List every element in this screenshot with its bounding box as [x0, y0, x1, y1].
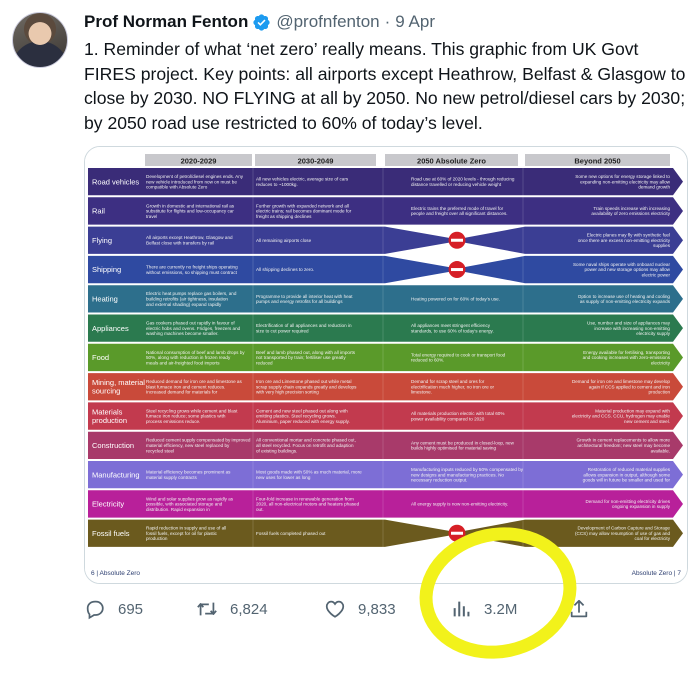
column-header: 2020-2029: [181, 157, 217, 166]
tweet-actions: 695 6,824 9,833 3.2M: [84, 594, 684, 624]
cell-2050: All appliances meet stringent efficiency…: [411, 323, 494, 333]
reply-count: 695: [118, 600, 144, 618]
cell-2030-2049: Cement and new steel phased out along wi…: [256, 408, 350, 424]
retweet-icon: [197, 602, 217, 616]
views-button[interactable]: 3.2M: [450, 594, 517, 624]
cell-2020-2029: There are currently no freight ships ope…: [146, 265, 238, 275]
column-header: Beyond 2050: [574, 157, 620, 166]
row-label: Fossil fuels: [92, 529, 130, 538]
tweet-header: Prof Norman Fenton @profnfenton · 9 Apr: [84, 11, 435, 33]
row-label: Road vehicles: [92, 177, 139, 186]
cell-2030-2049: Fossil fuels completed phased out: [256, 531, 326, 536]
row-label: Manufacturing: [92, 470, 140, 479]
cell-2050: Road use at 60% of 2020 levels - through…: [411, 177, 515, 187]
verified-badge-icon: [253, 13, 270, 31]
cell-beyond-2050: Train speeds increase with increasing ava…: [591, 206, 670, 216]
row-label: Construction: [92, 441, 134, 450]
separator-dot: ·: [384, 12, 391, 31]
row-label: Appliances: [92, 324, 129, 333]
cell-2030-2049: All remaining airports close: [256, 238, 312, 243]
tweet-media-graphic[interactable]: 2020-2029 2030-2049 2050 Absolute Zero Beyo…: [84, 146, 688, 584]
tweet-text: 1. Reminder of what ‘net zero’ really me…: [84, 39, 686, 133]
author-handle[interactable]: @profnfenton: [276, 12, 379, 32]
tweet-date[interactable]: 9 Apr: [395, 12, 435, 32]
view-count: 3.2M: [484, 600, 518, 618]
share-icon: [570, 599, 588, 618]
footer-left: 6 | Absolute Zero: [91, 570, 140, 577]
cell-2050: Heating powered on for 60% of today's us…: [411, 296, 500, 301]
row-label: Rail: [92, 207, 105, 216]
retweet-count: 6,824: [230, 600, 268, 618]
column-header: 2050 Absolute Zero: [417, 157, 486, 166]
reply-icon: [86, 600, 104, 620]
heart-icon: [325, 600, 345, 618]
cell-beyond-2050: Restoration of reduced material supplies…: [583, 467, 671, 483]
row-label: Flying: [92, 236, 112, 245]
no-entry-bar: [451, 531, 463, 535]
row-label: Heating: [92, 294, 118, 303]
net-zero-roadmap-graphic: 2020-2029 2030-2049 2050 Absolute Zero Beyo…: [85, 147, 687, 583]
cell-2030-2049: All shipping declines to zero.: [256, 267, 314, 272]
cell-beyond-2050: Option to increase use of heating and co…: [578, 294, 671, 304]
row-label: Electricity: [92, 500, 124, 509]
cell-2050: Electric trains the preferred mode of tr…: [411, 206, 508, 216]
footer-right: Absolute Zero | 7: [632, 570, 682, 577]
row-label: Shipping: [92, 265, 121, 274]
cell-2030-2049: Programme to provide all interior heat w…: [256, 294, 353, 304]
avatar[interactable]: [12, 12, 68, 68]
like-count: 9,833: [358, 600, 396, 618]
author-name[interactable]: Prof Norman Fenton: [84, 12, 248, 32]
no-entry-bar: [451, 238, 463, 242]
column-header: 2030-2049: [298, 157, 334, 166]
row-label: Materials production: [92, 407, 127, 425]
cell-2050: All energy supply is now non-emitting el…: [411, 502, 508, 507]
no-entry-bar: [451, 268, 463, 272]
row-label: Food: [92, 353, 109, 362]
views-chart-icon: [453, 601, 470, 617]
share-button[interactable]: [568, 594, 602, 624]
reply-button[interactable]: 695: [84, 594, 143, 624]
retweet-button[interactable]: 6,824: [196, 594, 268, 624]
like-button[interactable]: 9,833: [324, 594, 396, 624]
